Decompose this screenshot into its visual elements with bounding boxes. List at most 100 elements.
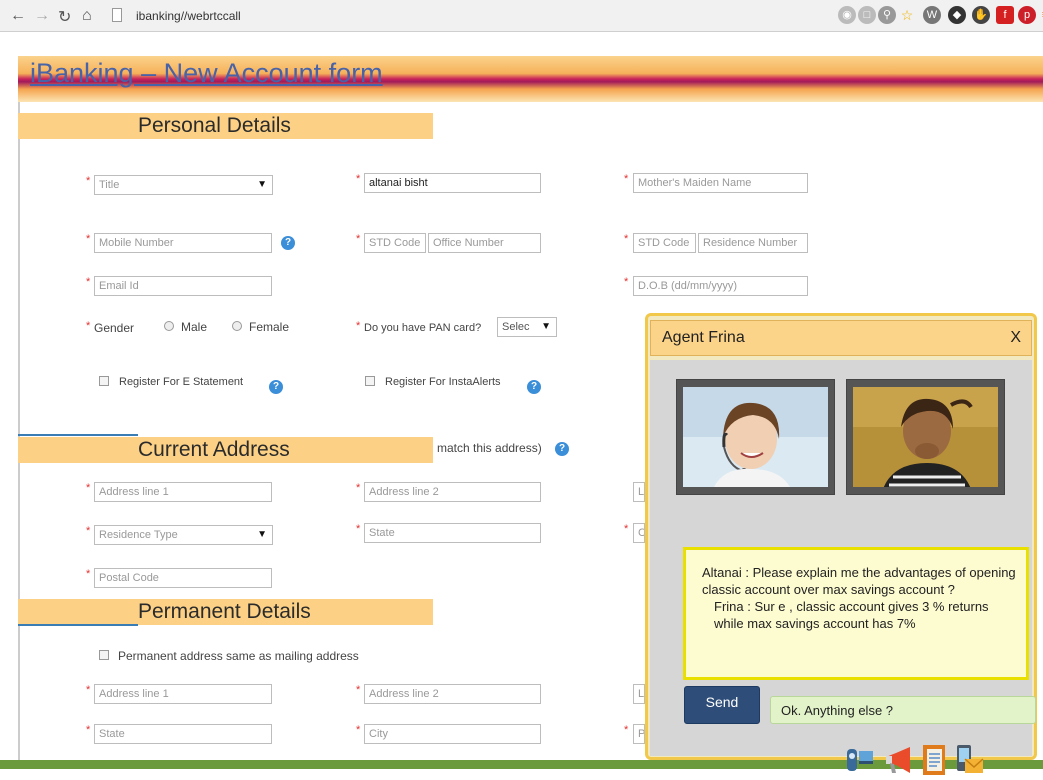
dropdown-arrow-icon: ▼ [541,321,551,332]
agent-video-feed [683,387,828,487]
office-number-input[interactable]: Office Number [428,233,541,253]
e-statement-checkbox[interactable] [99,376,109,386]
chat-message: Frina : Sur e , classic account gives 3 … [714,599,989,631]
address-bar[interactable]: ibanking//webrtccall [136,9,241,23]
webcam-icon[interactable] [845,743,875,777]
permanent-address-line2-input[interactable]: Address line 2 [364,684,541,704]
required-marker: * [356,684,361,696]
instaalerts-label: Register For InstaAlerts [385,376,501,388]
flipboard-icon[interactable]: f [996,6,1014,24]
agent-chat-widget: Agent Frina X Altanai: Please explain m… [645,313,1037,775]
title-select-value: Title [99,179,120,191]
permanent-state-input[interactable]: State [94,724,272,744]
required-marker: * [356,724,361,736]
chat-title: Agent Frina [662,329,745,346]
help-icon[interactable]: ? [527,380,541,394]
chat-message: Altanai : Please explain me the advantag… [702,565,1016,597]
permanent-address-line1-input[interactable]: Address line 1 [94,684,272,704]
dob-input[interactable]: D.O.B (dd/mm/yyyy) [633,276,808,296]
same-as-mailing-checkbox[interactable] [99,650,109,660]
gender-male-radio[interactable] [164,321,174,331]
required-marker: * [86,525,91,537]
required-marker: * [624,233,629,245]
zoom-icon[interactable]: ⚲ [878,6,896,24]
dropdown-arrow-icon: ▼ [257,529,267,540]
extension-icon[interactable]: ◉ [838,6,856,24]
page-icon [112,8,122,22]
permanent-pin-input[interactable]: P [633,724,645,744]
residence-std-code-input[interactable]: STD Code [633,233,696,253]
pinterest-icon[interactable]: p [1018,6,1036,24]
help-icon[interactable]: ? [269,380,283,394]
required-marker: * [86,482,91,494]
current-address-line1-input[interactable]: Address line 1 [94,482,272,502]
required-marker: * [356,320,361,332]
notebook-icon[interactable] [919,743,949,777]
send-button[interactable]: Send [684,686,760,724]
customer-avatar-icon [853,387,998,487]
pan-select-value: Selec [502,321,530,333]
required-marker: * [86,568,91,580]
pan-select[interactable]: Selec ▼ [497,317,557,337]
customer-video-feed [853,387,998,487]
residence-number-input[interactable]: Residence Number [698,233,808,253]
agent-video [676,379,835,495]
mothers-maiden-name-input[interactable]: Mother's Maiden Name [633,173,808,193]
hand-icon[interactable]: ✋ [972,6,990,24]
gender-female-radio[interactable] [232,321,242,331]
agent-avatar-icon [683,387,828,487]
star-icon[interactable]: ☆ [898,6,916,24]
gender-male-label: Male [181,320,208,334]
chat-transcript: Altanai : Please explain me the advantag… [683,547,1029,680]
wordpress-icon[interactable]: W [923,6,941,24]
forward-arrow-icon[interactable]: → [34,7,50,25]
back-arrow-icon[interactable]: ← [10,7,26,25]
section-permanent-details: Permanent Details [18,599,433,625]
chat-body: Altanai : Please explain me the advantag… [650,360,1036,775]
diamond-icon[interactable]: ◆ [948,6,966,24]
office-std-code-input[interactable]: STD Code [364,233,426,253]
title-select[interactable]: Title ▼ [94,175,273,195]
close-button[interactable]: X [1010,329,1021,347]
help-icon[interactable]: ? [555,442,569,456]
current-country-input[interactable]: C [633,523,645,543]
current-address-line2-input[interactable]: Address line 2 [364,482,541,502]
required-marker: * [86,175,91,187]
megaphone-icon[interactable] [882,743,912,777]
full-name-input[interactable]: altanai bisht [364,173,541,193]
home-icon[interactable]: ⌂ [82,7,92,25]
required-marker: * [624,724,629,736]
page-title: iBanking – New Account form [30,58,383,88]
required-marker: * [624,523,629,535]
reload-icon[interactable]: ↻ [58,7,71,27]
current-state-input[interactable]: State [364,523,541,543]
email-input[interactable]: Email Id [94,276,272,296]
residence-type-value: Residence Type [99,529,178,541]
permanent-address-line3-input[interactable]: L [633,684,645,704]
pan-label: Do you have PAN card? [364,322,482,334]
permanent-city-input[interactable]: City [364,724,541,744]
mobile-number-input[interactable]: Mobile Number [94,233,272,253]
instaalerts-checkbox[interactable] [365,376,375,386]
dropdown-arrow-icon: ▼ [257,179,267,190]
required-marker: * [624,173,629,185]
menu-icon[interactable]: ≡ [1036,6,1043,24]
required-marker: * [624,276,629,288]
postal-code-input[interactable]: Postal Code [94,568,272,588]
section-current-address: Current Address [18,437,433,463]
current-address-line3-input[interactable]: L [633,482,645,502]
required-marker: * [86,320,91,332]
chat-message-input[interactable]: Ok. Anything else ? [770,696,1036,724]
help-icon[interactable]: ? [281,236,295,250]
cast-icon[interactable]: □ [858,6,876,24]
residence-type-select[interactable]: Residence Type ▼ [94,525,273,545]
required-marker: * [86,276,91,288]
section-divider [18,624,138,626]
required-marker: * [356,482,361,494]
section-divider [18,434,138,436]
mail-phone-icon[interactable] [955,743,985,777]
required-marker: * [356,523,361,535]
same-as-mailing-label: Permanent address same as mailing addres… [118,649,359,663]
match-address-text: match this address) [437,441,542,455]
required-marker: * [356,233,361,245]
